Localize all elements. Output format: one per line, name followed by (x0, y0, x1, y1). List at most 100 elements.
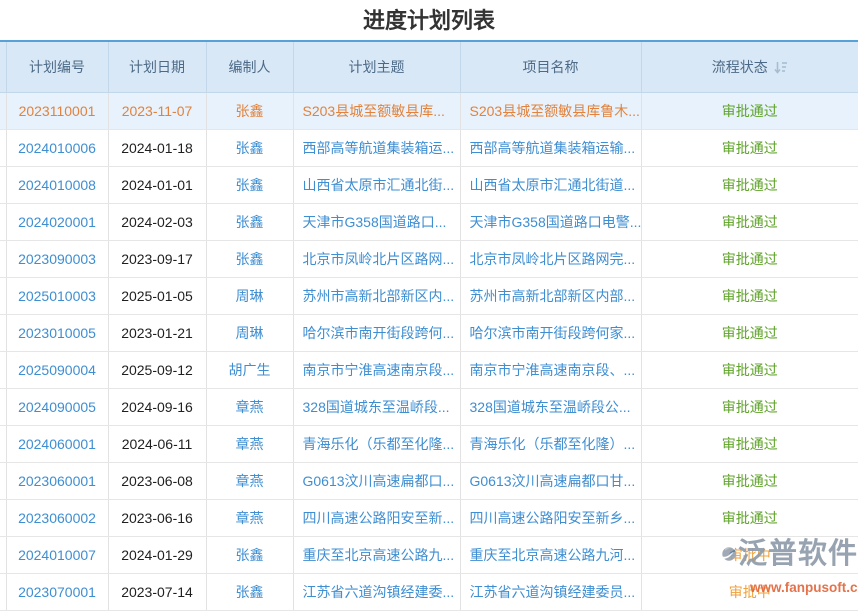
column-header-subject[interactable]: 计划主题 (293, 42, 460, 93)
cell-compiler: 章燕 (206, 463, 293, 500)
subject-link[interactable]: 天津市G358国道路口... (303, 214, 447, 230)
table-row[interactable]: 11 2023060001 2023-06-08 章燕 G0613汶川高速扁都口… (0, 463, 858, 500)
project-link[interactable]: 西部高等航道集装箱运输... (470, 140, 636, 156)
cell-plan-no: 2023060002 (6, 500, 108, 537)
table-row[interactable]: 3 2024010008 2024-01-01 张鑫 山西省太原市汇通北街...… (0, 167, 858, 204)
table-row[interactable]: 9 2024090005 2024-09-16 章燕 328国道城东至温峤段..… (0, 389, 858, 426)
table-row[interactable]: 8 2025090004 2025-09-12 胡广生 南京市宁淮高速南京段..… (0, 352, 858, 389)
plan-no-link[interactable]: 2024090005 (18, 399, 96, 415)
table-row[interactable]: 12 2023060002 2023-06-16 章燕 四川高速公路阳安至新..… (0, 500, 858, 537)
plan-no-link[interactable]: 2024060001 (18, 436, 96, 452)
subject-link[interactable]: 山西省太原市汇通北街... (303, 177, 455, 193)
status-badge: 审批通过 (722, 177, 778, 193)
cell-plan-no: 2025090004 (6, 352, 108, 389)
cell-subject: 天津市G358国道路口... (293, 204, 460, 241)
cell-status: 审批通过 (641, 241, 858, 278)
status-badge: 审批通过 (722, 251, 778, 267)
subject-link[interactable]: 西部高等航道集装箱运... (303, 140, 455, 156)
project-link[interactable]: S203县城至额敏县库鲁木... (470, 103, 640, 119)
project-link[interactable]: 北京市凤岭北片区路网完... (470, 251, 636, 267)
cell-project: 重庆至北京高速公路九河... (460, 537, 641, 574)
plan-no-link[interactable]: 2025010003 (18, 288, 96, 304)
cell-compiler: 章燕 (206, 500, 293, 537)
plan-no-link[interactable]: 2023110001 (19, 103, 96, 119)
cell-plan-no: 2025010003 (6, 278, 108, 315)
project-link[interactable]: 江苏省六道沟镇经建委员... (470, 584, 636, 600)
cell-plan-date: 2023-06-16 (108, 500, 206, 537)
cell-compiler: 张鑫 (206, 241, 293, 278)
table-row[interactable]: 10 2024060001 2024-06-11 章燕 青海乐化（乐都至化隆..… (0, 426, 858, 463)
plan-no-link[interactable]: 2023010005 (18, 325, 96, 341)
table-row[interactable]: 4 2024020001 2024-02-03 张鑫 天津市G358国道路口..… (0, 204, 858, 241)
cell-plan-no: 2024010007 (6, 537, 108, 574)
project-link[interactable]: 青海乐化（乐都至化隆）... (470, 436, 636, 452)
table-row[interactable]: 5 2023090003 2023-09-17 张鑫 北京市凤岭北片区路网...… (0, 241, 858, 278)
project-link[interactable]: 328国道城东至温峤段公... (470, 399, 631, 415)
project-link[interactable]: 南京市宁淮高速南京段、... (470, 362, 636, 378)
project-link[interactable]: 四川高速公路阳安至新乡... (470, 510, 636, 526)
plan-no-link[interactable]: 2024010008 (18, 177, 96, 193)
subject-link[interactable]: 328国道城东至温峤段... (303, 399, 450, 415)
table-row[interactable]: 1 2023110001 2023-11-07 张鑫 S203县城至额敏县库..… (0, 93, 858, 130)
cell-status: 审批通过 (641, 315, 858, 352)
status-badge: 审批通过 (722, 362, 778, 378)
plan-no-link[interactable]: 2023070001 (18, 584, 96, 600)
subject-link[interactable]: 哈尔滨市南开街段跨何... (303, 325, 455, 341)
cell-plan-no: 2024010006 (6, 130, 108, 167)
table-row[interactable]: 6 2025010003 2025-01-05 周琳 苏州市高新北部新区内...… (0, 278, 858, 315)
column-header-status[interactable]: 流程状态 (641, 42, 858, 93)
project-link[interactable]: 重庆至北京高速公路九河... (470, 547, 636, 563)
project-link[interactable]: 天津市G358国道路口电警... (470, 214, 642, 230)
cell-plan-date: 2023-11-07 (108, 93, 206, 130)
table-row[interactable]: 2 2024010006 2024-01-18 张鑫 西部高等航道集装箱运...… (0, 130, 858, 167)
cell-project: 四川高速公路阳安至新乡... (460, 500, 641, 537)
column-header-plan-date[interactable]: 计划日期 (108, 42, 206, 93)
cell-status: 审批通过 (641, 463, 858, 500)
cell-plan-date: 2023-07-14 (108, 574, 206, 611)
cell-plan-no: 2023090003 (6, 241, 108, 278)
cell-project: 青海乐化（乐都至化隆）... (460, 426, 641, 463)
subject-link[interactable]: 四川高速公路阳安至新... (303, 510, 455, 526)
plan-no-link[interactable]: 2023090003 (18, 251, 96, 267)
cell-project: 南京市宁淮高速南京段、... (460, 352, 641, 389)
cell-status: 审批通过 (641, 278, 858, 315)
project-link[interactable]: 山西省太原市汇通北街道... (470, 177, 636, 193)
project-link[interactable]: 苏州市高新北部新区内部... (470, 288, 636, 304)
table-row[interactable]: 7 2023010005 2023-01-21 周琳 哈尔滨市南开街段跨何...… (0, 315, 858, 352)
cell-plan-no: 2023070001 (6, 574, 108, 611)
subject-link[interactable]: 青海乐化（乐都至化隆... (303, 436, 455, 452)
plan-no-link[interactable]: 2024010007 (18, 547, 96, 563)
column-header-project[interactable]: 项目名称 (460, 42, 641, 93)
subject-link[interactable]: 江苏省六道沟镇经建委... (303, 584, 455, 600)
plan-no-link[interactable]: 2023060001 (18, 473, 96, 489)
cell-plan-date: 2024-01-29 (108, 537, 206, 574)
status-badge: 审批通过 (722, 288, 778, 304)
plan-no-link[interactable]: 2024020001 (18, 214, 96, 230)
table-row[interactable]: 13 2024010007 2024-01-29 张鑫 重庆至北京高速公路九..… (0, 537, 858, 574)
subject-link[interactable]: 重庆至北京高速公路九... (303, 547, 455, 563)
subject-link[interactable]: 南京市宁淮高速南京段... (303, 362, 455, 378)
plan-no-link[interactable]: 2025090004 (18, 362, 96, 378)
subject-link[interactable]: 北京市凤岭北片区路网... (303, 251, 455, 267)
cell-project: 山西省太原市汇通北街道... (460, 167, 641, 204)
project-link[interactable]: G0613汶川高速扁都口甘... (470, 473, 636, 489)
cell-project: S203县城至额敏县库鲁木... (460, 93, 641, 130)
cell-plan-date: 2024-06-11 (108, 426, 206, 463)
cell-subject: 西部高等航道集装箱运... (293, 130, 460, 167)
cell-compiler: 周琳 (206, 315, 293, 352)
sort-icon[interactable] (774, 61, 788, 74)
column-header-compiler[interactable]: 编制人 (206, 42, 293, 93)
subject-link[interactable]: G0613汶川高速扁都口... (303, 473, 455, 489)
subject-link[interactable]: 苏州市高新北部新区内... (303, 288, 455, 304)
subject-link[interactable]: S203县城至额敏县库... (303, 103, 445, 119)
status-badge: 审批通过 (722, 140, 778, 156)
column-header-plan-no[interactable]: 计划编号 (6, 42, 108, 93)
status-badge: 审批通过 (722, 103, 778, 119)
cell-status: 审批通过 (641, 130, 858, 167)
plan-no-link[interactable]: 2024010006 (18, 140, 96, 156)
status-badge: 审批通过 (722, 436, 778, 452)
plan-no-link[interactable]: 2023060002 (18, 510, 96, 526)
cell-subject: 重庆至北京高速公路九... (293, 537, 460, 574)
project-link[interactable]: 哈尔滨市南开街段跨何家... (470, 325, 636, 341)
table-row[interactable]: 14 2023070001 2023-07-14 张鑫 江苏省六道沟镇经建委..… (0, 574, 858, 611)
